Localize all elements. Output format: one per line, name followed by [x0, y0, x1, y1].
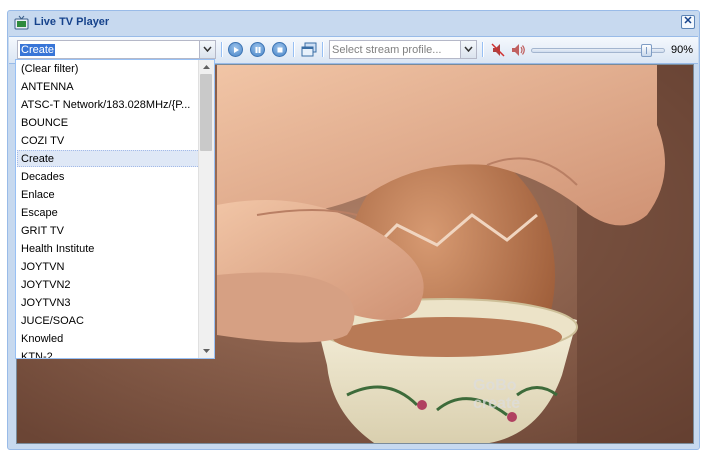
channel-option[interactable]: BOUNCE — [17, 114, 200, 131]
channel-option[interactable]: JUCE/SOAC — [17, 312, 200, 329]
volume-slider[interactable] — [531, 44, 665, 57]
channel-option[interactable]: Create — [17, 150, 200, 167]
stream-profile-placeholder[interactable]: Select stream profile... — [332, 44, 441, 56]
channel-option[interactable]: Enlace — [17, 186, 200, 203]
close-button[interactable]: ✕ — [681, 15, 695, 29]
channel-watermark: GoBo create — [473, 377, 520, 413]
watermark-line-1: GoBo — [473, 377, 517, 394]
volume-percent: 90% — [671, 44, 694, 56]
channel-option[interactable]: Escape — [17, 204, 200, 221]
stream-profile-combo[interactable]: Select stream profile... — [329, 40, 477, 59]
chevron-down-icon — [203, 46, 212, 52]
close-icon: ✕ — [683, 15, 693, 27]
chevron-down-icon — [464, 46, 473, 52]
window-title: Live TV Player — [34, 16, 110, 28]
channel-option[interactable]: Decades — [17, 168, 200, 185]
stream-profile-trigger[interactable] — [460, 41, 476, 58]
channel-combo-trigger[interactable] — [199, 41, 215, 58]
scroll-down-icon[interactable] — [202, 346, 211, 355]
pause-button[interactable] — [250, 42, 265, 57]
volume-slider-thumb[interactable] — [641, 44, 652, 57]
channel-option[interactable]: Health Institute — [17, 240, 200, 257]
dropdown-scrollbar[interactable] — [198, 60, 214, 358]
volume-icon[interactable] — [510, 42, 526, 58]
tv-icon — [14, 15, 29, 30]
channel-combo-value[interactable]: Create — [20, 44, 56, 56]
toolbar-separator — [293, 42, 295, 57]
play-icon — [234, 47, 239, 53]
channel-option[interactable]: JOYTVN2 — [17, 276, 200, 293]
play-button[interactable] — [228, 42, 243, 57]
toolbar-separator — [221, 42, 223, 57]
pause-icon — [255, 47, 261, 53]
channel-option[interactable]: ANTENNA — [17, 78, 200, 95]
stop-icon — [277, 47, 283, 53]
channel-option[interactable]: ATSC-T Network/183.028MHz/{P... — [17, 96, 200, 113]
mute-icon[interactable] — [490, 42, 506, 58]
scroll-up-icon[interactable] — [202, 63, 211, 72]
channel-option[interactable]: JOYTVN — [17, 258, 200, 275]
channel-option[interactable]: Knowled — [17, 330, 200, 347]
channel-option[interactable]: KTN-2 — [17, 348, 200, 358]
toolbar-separator — [322, 42, 324, 57]
stop-button[interactable] — [272, 42, 287, 57]
scrollbar-thumb[interactable] — [200, 74, 212, 151]
channel-option[interactable]: (Clear filter) — [17, 60, 200, 77]
channel-option[interactable]: COZI TV — [17, 132, 200, 149]
channel-combo[interactable]: Create — [17, 40, 216, 59]
popout-window-icon[interactable] — [301, 42, 317, 58]
channel-option[interactable]: JOYTVN3 — [17, 294, 200, 311]
toolbar-separator — [482, 42, 484, 57]
channel-option[interactable]: GRIT TV — [17, 222, 200, 239]
title-bar[interactable]: Live TV Player ✕ — [8, 11, 699, 35]
channel-dropdown-list[interactable]: (Clear filter) ANTENNA ATSC-T Network/183.… — [15, 59, 215, 359]
watermark-line-2: create — [473, 395, 521, 412]
